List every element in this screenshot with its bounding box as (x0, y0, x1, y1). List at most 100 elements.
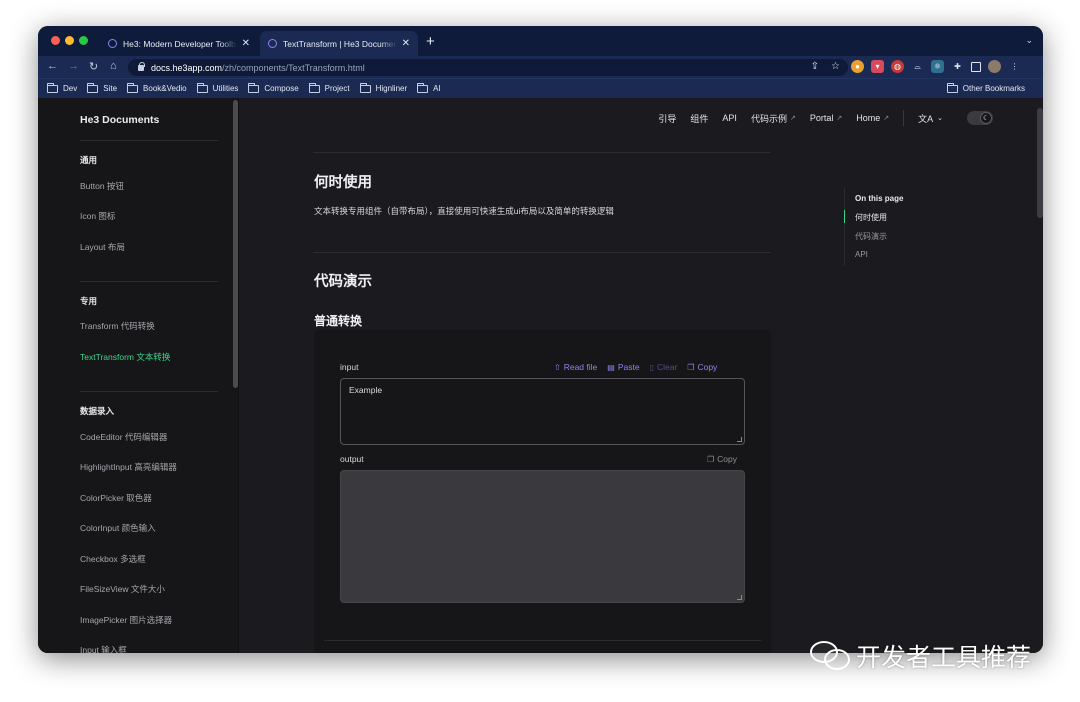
nav-label: 组件 (690, 113, 709, 124)
nav-label: Portal (809, 113, 834, 123)
demo-block: input ⇧ Read file ▤ Paste ▯ Clear ❐ Copy Exa… (314, 330, 771, 653)
bookmark-book-vedio[interactable]: Book&Vedio (127, 82, 187, 93)
nav-label: API (722, 113, 737, 123)
minimize-window-button[interactable] (65, 36, 74, 45)
sidebar-item-texttransform[interactable]: TextTransform 文本转换 (80, 351, 170, 363)
resize-handle-icon[interactable] (737, 595, 742, 600)
copy-output-button[interactable]: ❐ Copy (707, 454, 737, 464)
new-tab-button[interactable]: + (426, 33, 435, 50)
nav-home[interactable]: Home ↗ (856, 113, 889, 123)
url-path: /zh/components/TextTransform.html (222, 62, 365, 73)
reload-icon[interactable]: ↻ (89, 60, 98, 73)
language-switch[interactable]: 文A ⌄ (918, 112, 943, 125)
paste-button[interactable]: ▤ Paste (607, 362, 639, 372)
bookmark-dev[interactable]: Dev (47, 82, 77, 93)
nav-api[interactable]: API (722, 113, 737, 123)
close-tab-icon[interactable]: ✕ (242, 38, 250, 49)
maximize-window-button[interactable] (79, 36, 88, 45)
nav-portal[interactable]: Portal ↗ (810, 113, 842, 123)
nav-code-examples[interactable]: 代码示例 ↗ (751, 112, 796, 125)
input-label: input (340, 362, 359, 372)
incognito-icon[interactable]: ⌓ (911, 60, 924, 73)
address-bar[interactable]: docs.he3app.com/zh/components/TextTransf… (128, 59, 848, 76)
profile-avatar[interactable] (988, 60, 1001, 73)
close-window-button[interactable] (51, 36, 60, 45)
sidebar-item-colorpicker[interactable]: ColorPicker 取色器 (80, 492, 152, 504)
clear-button[interactable]: ▯ Clear (650, 362, 678, 372)
chrome-extension-icon[interactable]: ● (851, 60, 864, 73)
back-icon[interactable]: ← (47, 60, 58, 72)
tab-search-icon[interactable]: ⌄ (1025, 35, 1033, 46)
toc-item-api[interactable]: API (855, 250, 868, 259)
dark-mode-toggle[interactable]: ☾ (967, 111, 993, 125)
bookmark-label: Project (324, 84, 350, 93)
bookmark-label: Compose (264, 84, 299, 93)
sidebar-item-imagepicker[interactable]: ImagePicker 图片选择器 (80, 614, 172, 626)
home-icon[interactable]: ⌂ (110, 60, 117, 72)
toc-item-when-to-use[interactable]: 何时使用 (855, 212, 887, 223)
sidebar-item-layout[interactable]: Layout 布局 (80, 241, 125, 253)
sidebar-item-icon[interactable]: Icon 图标 (80, 210, 115, 222)
close-tab-icon[interactable]: ✕ (402, 38, 410, 49)
nav-components[interactable]: 组件 (690, 112, 708, 125)
external-link-icon: ↗ (883, 115, 890, 122)
sidebar-item-codeeditor[interactable]: CodeEditor 代码编辑器 (80, 431, 167, 443)
resize-handle-icon[interactable] (737, 437, 742, 442)
other-bookmarks[interactable]: Other Bookmarks (946, 82, 1025, 93)
read-file-button[interactable]: ⇧ Read file (554, 362, 597, 372)
share-icon[interactable]: ⇪ (811, 61, 819, 72)
browser-toolbar: ← → ↻ ⌂ docs.he3app.com/zh/components/Te… (38, 56, 1043, 78)
section-description: 文本转换专用组件（自带布局），直接使用可快速生成ui布局以及简单的转换逻辑 (314, 206, 614, 216)
bookmark-project[interactable]: Project (308, 82, 350, 93)
bookmarks-bar: Dev Site Book&Vedio Utilities Compose Pr… (38, 78, 1043, 98)
nav-label: 代码示例 (750, 113, 787, 124)
bookmark-compose[interactable]: Compose (248, 82, 299, 93)
copy-icon: ❐ (687, 362, 695, 372)
sidebar-item-highlightinput[interactable]: HighlightInput 高亮编辑器 (80, 461, 177, 473)
extensions-puzzle-icon[interactable]: ✚ (951, 60, 964, 73)
demo-title: 普通转换 (314, 314, 363, 328)
bookmark-ai[interactable]: AI (417, 82, 441, 93)
sidebar-item-filesizeview[interactable]: FileSizeView 文件大小 (80, 583, 165, 595)
output-textarea[interactable] (340, 470, 745, 603)
react-devtools-icon[interactable]: ⚛ (931, 60, 944, 73)
sidebar-divider (80, 281, 218, 282)
toc-item-demo[interactable]: 代码演示 (855, 231, 887, 242)
sidebar-item-checkbox[interactable]: Checkbox 多选框 (80, 553, 146, 565)
action-label: Copy (717, 454, 738, 464)
tab-texttransform[interactable]: TextTransform | He3 Documentation ✕ (260, 31, 418, 56)
bookmark-label: AI (433, 84, 441, 93)
site-brand[interactable]: He3 Documents (80, 114, 159, 126)
input-textarea[interactable]: Example (340, 378, 745, 445)
browser-menu-icon[interactable]: ⋮ (1008, 60, 1021, 73)
output-label: output (340, 454, 364, 464)
output-actions: ❐ Copy (707, 454, 737, 464)
folder-icon (946, 82, 958, 93)
sidebar-item-colorinput[interactable]: ColorInput 颜色输入 (80, 522, 156, 534)
bookmark-utilities[interactable]: Utilities (196, 82, 238, 93)
sidebar-item-input[interactable]: Input 输入框 (80, 644, 127, 653)
doc-sidebar: He3 Documents 通用 Button 按钮 Icon 图标 Layou… (38, 98, 238, 653)
action-label: Copy (697, 362, 718, 372)
paste-icon: ▤ (607, 362, 615, 372)
forward-icon[interactable]: → (68, 60, 79, 72)
sidebar-divider (80, 391, 218, 392)
bookmark-site[interactable]: Site (87, 82, 117, 93)
pocket-icon[interactable]: ▾ (871, 60, 884, 73)
sidebar-item-transform[interactable]: Transform 代码转换 (80, 320, 155, 332)
page-scrollbar[interactable] (1037, 108, 1043, 218)
demo-divider (324, 640, 761, 641)
sidebar-item-button[interactable]: Button 按钮 (80, 180, 124, 192)
bookmark-hignliner[interactable]: Hignliner (359, 82, 407, 93)
nav-guide[interactable]: 引导 (658, 112, 676, 125)
side-panel-icon[interactable] (971, 61, 981, 72)
folder-icon (47, 82, 58, 93)
tab-he3-toolbox[interactable]: He3: Modern Developer Toolbox ✕ (100, 31, 258, 56)
content-divider (313, 252, 771, 253)
copy-input-button[interactable]: ❐ Copy (687, 362, 717, 372)
watermark-text: 开发者工具推荐 (856, 644, 1032, 672)
external-link-icon: ↗ (789, 115, 796, 122)
adblock-icon[interactable]: ◍ (891, 60, 904, 73)
bookmark-star-icon[interactable]: ☆ (831, 61, 840, 72)
nav-label: 引导 (658, 113, 677, 124)
